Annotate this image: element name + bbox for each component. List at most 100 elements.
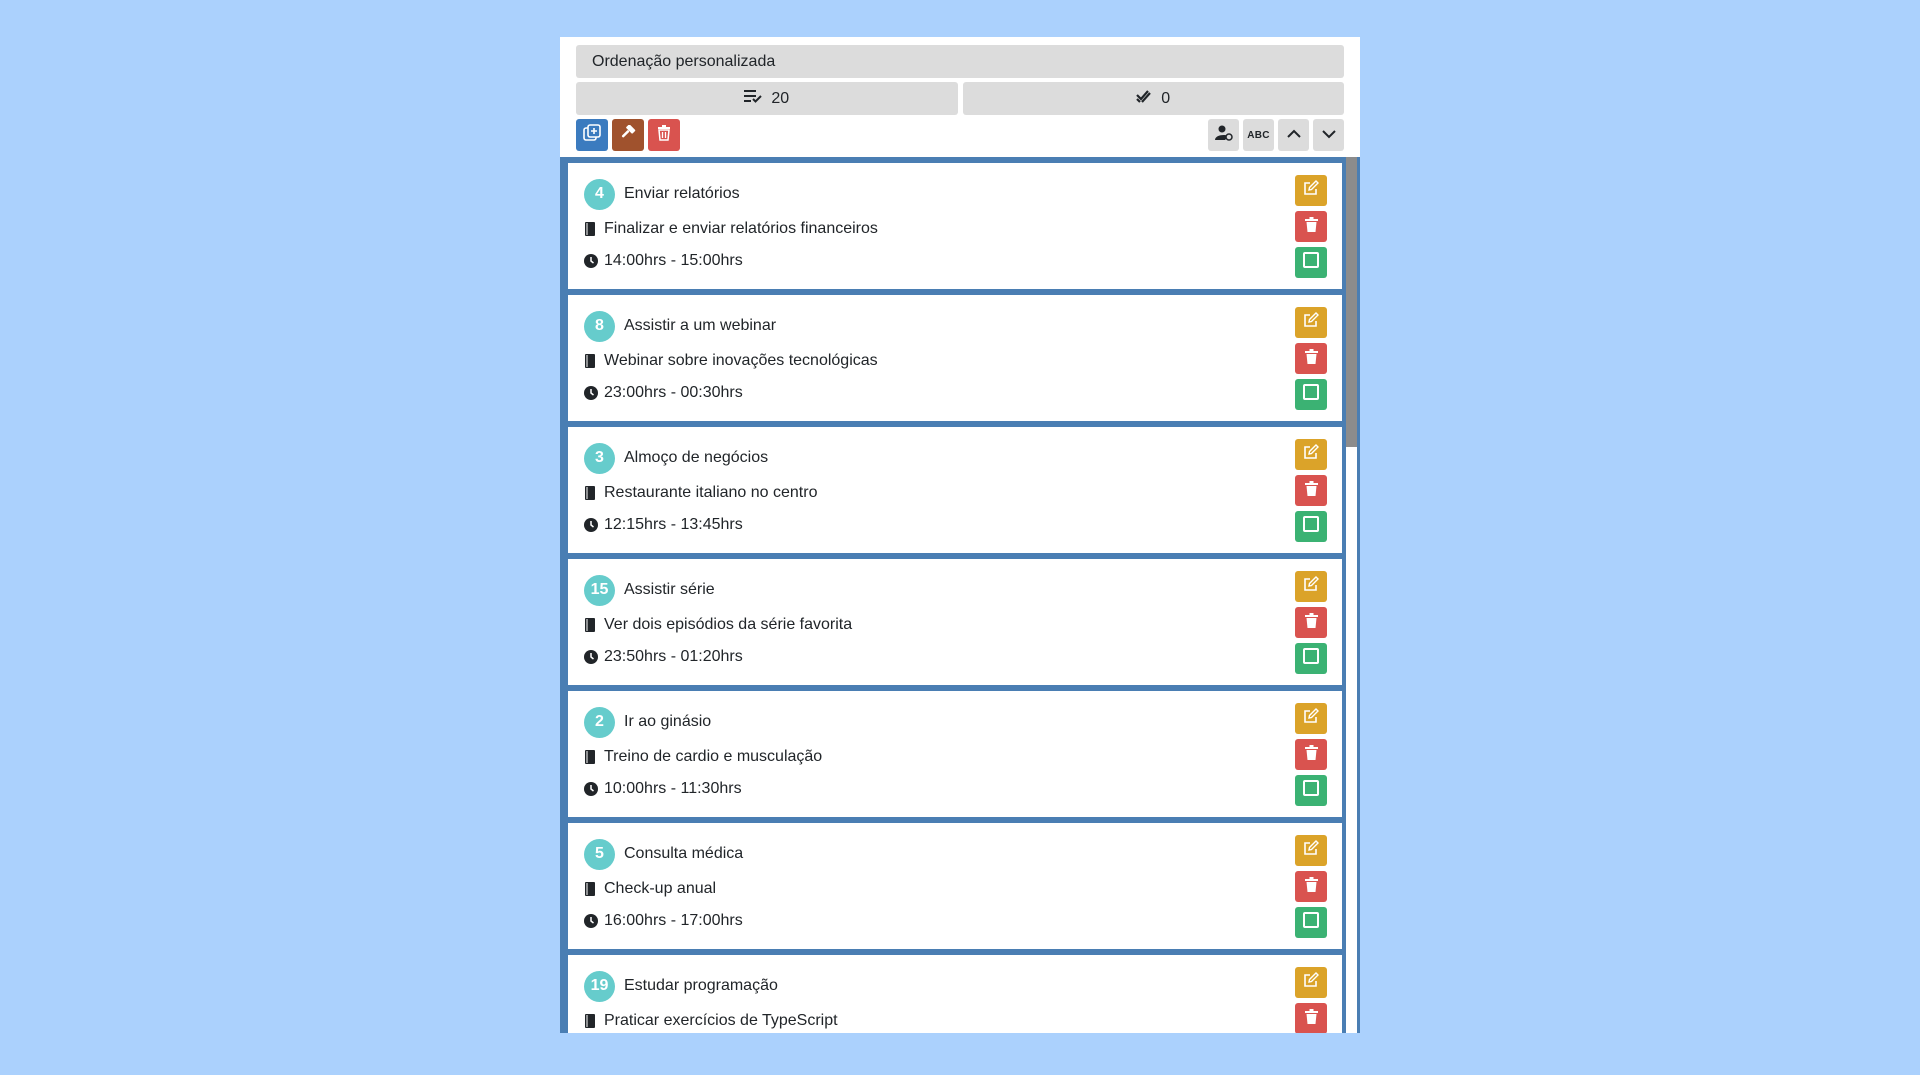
task-actions bbox=[1295, 307, 1327, 410]
task-description-row: Ver dois episódios da série favorita bbox=[584, 615, 1326, 635]
toolbar-left bbox=[576, 119, 680, 151]
task-number: 2 bbox=[595, 713, 604, 730]
complete-task-checkbox[interactable] bbox=[1295, 643, 1327, 674]
hammer-icon bbox=[620, 123, 636, 146]
trash-icon bbox=[1304, 216, 1318, 237]
task-time-row: 16:00hrs - 17:00hrs bbox=[584, 911, 1326, 931]
sort-label: Ordenação personalizada bbox=[592, 52, 776, 70]
counters: 20 0 bbox=[576, 82, 1344, 115]
total-count: 20 bbox=[771, 89, 790, 107]
clock-icon bbox=[584, 649, 600, 665]
book-icon bbox=[584, 617, 600, 633]
complete-task-checkbox[interactable] bbox=[1295, 775, 1327, 806]
edit-icon bbox=[1303, 708, 1319, 729]
empty-checkbox-icon bbox=[1303, 648, 1319, 669]
task-number-badge: 3 bbox=[584, 442, 615, 474]
edit-task-button[interactable] bbox=[1295, 175, 1327, 206]
tools-button[interactable] bbox=[612, 119, 644, 151]
task-actions bbox=[1295, 175, 1327, 278]
delete-task-button[interactable] bbox=[1295, 607, 1327, 638]
task-description: Finalizar e enviar relatórios financeiro… bbox=[604, 220, 878, 237]
total-tasks-counter[interactable]: 20 bbox=[576, 82, 958, 115]
task-description-row: Praticar exercícios de TypeScript bbox=[584, 1011, 1326, 1031]
task-title: Enviar relatórios bbox=[624, 185, 740, 202]
trash-icon bbox=[1304, 480, 1318, 501]
task-list-container[interactable]: 4 Enviar relatórios Finalizar e enviar r… bbox=[560, 157, 1360, 1033]
delete-task-button[interactable] bbox=[1295, 475, 1327, 506]
user-settings-button[interactable] bbox=[1208, 119, 1239, 151]
trash-icon bbox=[657, 124, 671, 146]
task-card: 5 Consulta médica Check-up anual 16:00hr… bbox=[568, 823, 1342, 949]
task-description: Praticar exercícios de TypeScript bbox=[604, 1012, 838, 1029]
book-icon bbox=[584, 1013, 600, 1029]
edit-task-button[interactable] bbox=[1295, 439, 1327, 470]
task-list: 4 Enviar relatórios Finalizar e enviar r… bbox=[568, 163, 1342, 1033]
list-check-icon bbox=[744, 89, 763, 108]
trash-icon bbox=[1304, 612, 1318, 633]
task-title: Assistir a um webinar bbox=[624, 317, 777, 334]
task-title: Ir ao ginásio bbox=[624, 713, 712, 730]
task-actions bbox=[1295, 835, 1327, 938]
delete-task-button[interactable] bbox=[1295, 739, 1327, 770]
clock-icon bbox=[584, 517, 600, 533]
edit-icon bbox=[1303, 444, 1319, 465]
book-icon bbox=[584, 749, 600, 765]
clock-icon bbox=[584, 253, 600, 269]
edit-task-button[interactable] bbox=[1295, 835, 1327, 866]
task-actions bbox=[1295, 571, 1327, 674]
scrollbar-thumb[interactable] bbox=[1346, 157, 1357, 447]
toolbar: ABC bbox=[576, 119, 1344, 151]
task-title-row: 8 Assistir a um webinar bbox=[584, 310, 1326, 342]
task-description-row: Finalizar e enviar relatórios financeiro… bbox=[584, 219, 1326, 239]
delete-task-button[interactable] bbox=[1295, 871, 1327, 902]
empty-checkbox-icon bbox=[1303, 516, 1319, 537]
edit-icon bbox=[1303, 972, 1319, 993]
task-description-row: Check-up anual bbox=[584, 879, 1326, 899]
edit-task-button[interactable] bbox=[1295, 307, 1327, 338]
done-tasks-counter[interactable]: 0 bbox=[962, 82, 1344, 115]
task-title: Almoço de negócios bbox=[624, 449, 769, 466]
task-description-row: Treino de cardio e musculação bbox=[584, 747, 1326, 767]
add-task-button[interactable] bbox=[576, 119, 608, 151]
edit-task-button[interactable] bbox=[1295, 967, 1327, 998]
task-number-badge: 15 bbox=[584, 574, 615, 606]
complete-task-checkbox[interactable] bbox=[1295, 247, 1327, 278]
task-title-row: 2 Ir ao ginásio bbox=[584, 706, 1326, 738]
delete-task-button[interactable] bbox=[1295, 211, 1327, 242]
task-title: Assistir série bbox=[624, 581, 715, 598]
task-time: 23:00hrs - 00:30hrs bbox=[604, 384, 743, 401]
task-time-row: 10:00hrs - 11:30hrs bbox=[584, 779, 1326, 799]
sort-selector[interactable]: Ordenação personalizada bbox=[576, 45, 1344, 78]
task-number: 19 bbox=[590, 977, 609, 994]
header: Ordenação personalizada 20 0 ABC bbox=[560, 37, 1360, 151]
delete-all-button[interactable] bbox=[648, 119, 680, 151]
task-number: 15 bbox=[590, 581, 609, 598]
sort-descending-button[interactable] bbox=[1313, 119, 1344, 151]
task-actions bbox=[1295, 703, 1327, 806]
complete-task-checkbox[interactable] bbox=[1295, 907, 1327, 938]
task-number: 4 bbox=[595, 185, 604, 202]
double-check-icon bbox=[1136, 89, 1152, 108]
edit-task-button[interactable] bbox=[1295, 571, 1327, 602]
delete-task-button[interactable] bbox=[1295, 1003, 1327, 1033]
delete-task-button[interactable] bbox=[1295, 343, 1327, 374]
task-title-row: 5 Consulta médica bbox=[584, 838, 1326, 870]
book-icon bbox=[584, 353, 600, 369]
empty-checkbox-icon bbox=[1303, 912, 1319, 933]
complete-task-checkbox[interactable] bbox=[1295, 511, 1327, 542]
sort-ascending-button[interactable] bbox=[1278, 119, 1309, 151]
edit-icon bbox=[1303, 576, 1319, 597]
task-actions bbox=[1295, 439, 1327, 542]
task-description: Check-up anual bbox=[604, 880, 717, 897]
task-number-badge: 8 bbox=[584, 310, 615, 342]
complete-task-checkbox[interactable] bbox=[1295, 379, 1327, 410]
edit-icon bbox=[1303, 840, 1319, 861]
task-description: Webinar sobre inovações tecnológicas bbox=[604, 352, 878, 369]
task-number-badge: 19 bbox=[584, 970, 615, 1002]
abc-label: ABC bbox=[1247, 129, 1270, 141]
sort-alphabetical-button[interactable]: ABC bbox=[1243, 119, 1274, 151]
trash-icon bbox=[1304, 348, 1318, 369]
edit-task-button[interactable] bbox=[1295, 703, 1327, 734]
empty-checkbox-icon bbox=[1303, 384, 1319, 405]
task-number-badge: 4 bbox=[584, 178, 615, 210]
